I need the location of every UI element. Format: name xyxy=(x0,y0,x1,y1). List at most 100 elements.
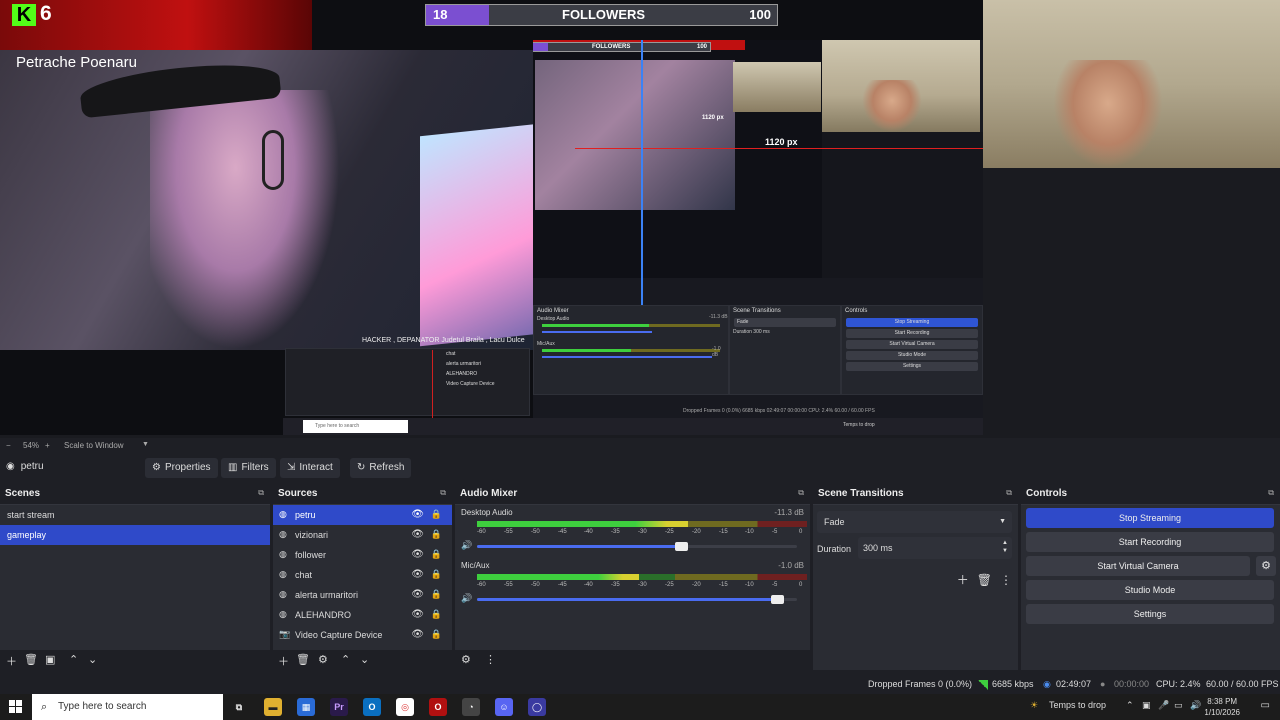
volume-icon[interactable]: 🔊 xyxy=(1190,700,1201,711)
lock-icon[interactable]: 🔒 xyxy=(431,609,442,620)
volume-slider[interactable] xyxy=(477,542,797,551)
scene-item[interactable]: start stream xyxy=(0,505,270,525)
preview-canvas[interactable]: K 6 18 FOLLOWERS 100 Petrache Poenaru HA… xyxy=(0,0,1280,438)
dock-undock-icon[interactable]: ⧉ xyxy=(440,488,446,498)
settings-button[interactable]: Settings xyxy=(1026,604,1274,624)
source-item[interactable]: ◍ follower 👁 🔒 xyxy=(273,545,452,565)
meter-tick-label: -40 xyxy=(584,529,593,535)
eye-icon[interactable]: 👁 xyxy=(411,569,424,580)
lock-icon[interactable]: 🔒 xyxy=(431,549,442,560)
source-item[interactable]: ◍ alerta urmaritori 👁 🔒 xyxy=(273,585,452,605)
tray-overflow-icon[interactable]: ⌃ xyxy=(1126,700,1134,711)
interact-button[interactable]: ⇲ Interact xyxy=(280,458,340,478)
zoom-out-button[interactable]: − xyxy=(6,441,11,450)
obs-icon[interactable]: ◔ xyxy=(462,698,480,716)
lock-icon[interactable]: 🔒 xyxy=(431,569,442,580)
meter-tick-label: -20 xyxy=(692,582,701,588)
zoom-in-button[interactable]: + xyxy=(45,441,50,450)
transition-select[interactable]: Fade ▼ xyxy=(817,511,1012,533)
source-item[interactable]: ◍ ALEHANDRO 👁 🔒 xyxy=(273,605,452,625)
notification-icon[interactable]: ▭ xyxy=(1261,700,1270,711)
eye-icon[interactable]: 👁 xyxy=(411,609,424,620)
mic-icon[interactable]: 🎤 xyxy=(1158,700,1169,711)
outlook-icon[interactable]: O xyxy=(363,698,381,716)
meter-tick-label: -55 xyxy=(504,529,513,535)
scale-dropdown-icon[interactable]: ▼ xyxy=(142,441,149,448)
followers-current: 18 xyxy=(433,7,448,22)
remove-scene-icon[interactable]: 🗑 xyxy=(24,653,38,666)
move-up-icon[interactable]: ⌃ xyxy=(341,653,350,666)
lock-icon[interactable]: 🔒 xyxy=(431,509,442,520)
eye-icon[interactable]: 👁 xyxy=(411,549,424,560)
opera-icon[interactable]: O xyxy=(429,698,447,716)
eye-icon[interactable]: 👁 xyxy=(411,529,424,540)
add-transition-icon[interactable]: ＋ xyxy=(957,573,969,587)
lock-icon[interactable]: 🔒 xyxy=(431,629,442,640)
spinner-icon[interactable]: ▲ ▼ xyxy=(1002,539,1008,555)
stop-streaming-button[interactable]: Stop Streaming xyxy=(1026,508,1274,528)
mixer-toolbar: ⚙ ⋮ xyxy=(455,650,810,670)
remove-source-icon[interactable]: 🗑 xyxy=(296,653,310,666)
volume-handle[interactable] xyxy=(770,595,784,604)
stream-time: 02:49:07 xyxy=(1056,679,1092,689)
source-item[interactable]: 📷 Video Capture Device 👁 🔒 xyxy=(273,625,452,645)
scale-mode-select[interactable]: Scale to Window xyxy=(64,441,124,450)
app-icon[interactable]: ◯ xyxy=(528,698,546,716)
windows-start-icon[interactable] xyxy=(9,700,22,713)
source-item[interactable]: ◍ chat 👁 🔒 xyxy=(273,565,452,585)
dock-undock-icon[interactable]: ⧉ xyxy=(1006,488,1012,498)
eye-icon[interactable]: 👁 xyxy=(411,509,424,520)
volume-handle[interactable] xyxy=(674,542,688,551)
eye-icon[interactable]: 👁 xyxy=(411,589,424,600)
eye-icon[interactable]: 👁 xyxy=(411,629,424,640)
remove-transition-icon[interactable]: 🗑 xyxy=(977,573,992,587)
source-item[interactable]: ◍ vizionari 👁 🔒 xyxy=(273,525,452,545)
add-source-icon[interactable]: ＋ xyxy=(278,653,289,669)
dock-undock-icon[interactable]: ⧉ xyxy=(258,488,264,498)
weather-text[interactable]: Temps to drop xyxy=(1049,700,1106,710)
volume-slider[interactable] xyxy=(477,595,797,604)
scene-item[interactable]: gameplay xyxy=(0,525,270,545)
mixer-menu-icon[interactable]: ⋮ xyxy=(485,653,496,666)
file-explorer-icon[interactable]: ▬ xyxy=(264,698,282,716)
move-down-icon[interactable]: ⌄ xyxy=(88,653,97,666)
move-up-icon[interactable]: ⌃ xyxy=(69,653,78,666)
virtual-camera-settings-icon[interactable]: ⚙ xyxy=(1256,556,1276,576)
mini-status: Dropped Frames 0 (0.0%) 6685 kbps 02:49:… xyxy=(683,408,875,414)
start-virtual-camera-button[interactable]: Start Virtual Camera xyxy=(1026,556,1250,576)
mini-settings: Settings xyxy=(846,362,978,371)
scene-filters-icon[interactable]: ▣ xyxy=(45,653,55,666)
premiere-icon[interactable]: Pr xyxy=(330,698,348,716)
lock-icon[interactable]: 🔒 xyxy=(431,589,442,600)
mini-desktop-audio: Desktop Audio xyxy=(537,316,570,322)
studio-mode-button[interactable]: Studio Mode xyxy=(1026,580,1274,600)
chrome-icon[interactable]: ◎ xyxy=(396,698,414,716)
speaker-icon[interactable]: 🔊 xyxy=(461,540,472,551)
taskbar-search-input[interactable]: ⌕ Type here to search xyxy=(32,694,223,720)
mini-controls: Controls Stop Streaming Start Recording … xyxy=(841,305,983,395)
transition-menu-icon[interactable]: ⋮ xyxy=(1000,573,1012,587)
add-scene-icon[interactable]: ＋ xyxy=(6,653,17,669)
move-down-icon[interactable]: ⌄ xyxy=(360,653,369,666)
start-recording-button[interactable]: Start Recording xyxy=(1026,532,1274,552)
streamer-name-tag: Petrache Poenaru xyxy=(16,54,137,71)
properties-button[interactable]: ⚙ Properties xyxy=(145,458,218,478)
source-item[interactable]: ◍ petru 👁 🔒 xyxy=(273,505,452,525)
taskbar-clock[interactable]: 8:38 PM 1/10/2026 xyxy=(1204,696,1240,718)
task-view-icon[interactable]: ⧉ xyxy=(230,698,248,716)
network-icon[interactable]: ▭ xyxy=(1174,700,1183,711)
discord-icon[interactable]: ☺ xyxy=(495,698,513,716)
dock-undock-icon[interactable]: ⧉ xyxy=(1268,488,1274,498)
source-properties-icon[interactable]: ⚙ xyxy=(318,653,328,666)
weather-icon[interactable]: ☀ xyxy=(1030,700,1038,711)
tray-app-icon[interactable]: ▣ xyxy=(1142,700,1151,711)
mini-weather: Temps to drop xyxy=(843,422,875,428)
dock-undock-icon[interactable]: ⧉ xyxy=(798,488,804,498)
duration-input[interactable]: 300 ms ▲ ▼ xyxy=(858,537,1012,559)
filters-button[interactable]: ▥ Filters xyxy=(221,458,276,478)
lock-icon[interactable]: 🔒 xyxy=(431,529,442,540)
speaker-icon[interactable]: 🔊 xyxy=(461,593,472,604)
store-icon[interactable]: ▦ xyxy=(297,698,315,716)
advanced-audio-icon[interactable]: ⚙ xyxy=(461,653,471,666)
refresh-button[interactable]: ↻ Refresh xyxy=(350,458,412,478)
